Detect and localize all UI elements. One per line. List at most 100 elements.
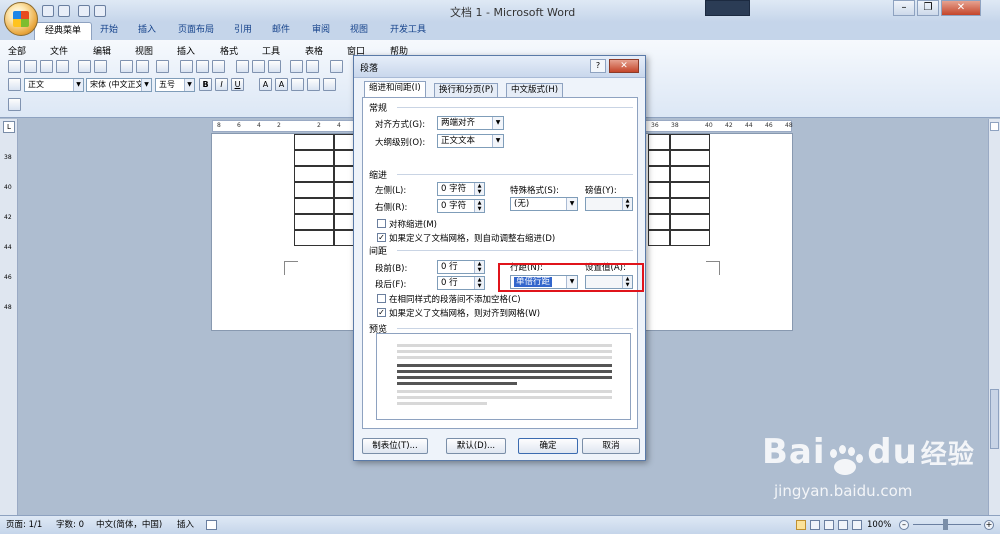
table-cell[interactable] bbox=[294, 182, 334, 198]
space-after-spinner[interactable]: 0 行 ▲ ▼ bbox=[437, 276, 485, 290]
zoom-out-icon[interactable]: – bbox=[899, 520, 909, 530]
help-button[interactable]: ? bbox=[590, 59, 606, 73]
right-indent-spinner[interactable]: 0 字符 ▲ ▼ bbox=[437, 199, 485, 213]
draft-view-icon[interactable] bbox=[852, 520, 862, 530]
macro-record-icon[interactable] bbox=[206, 520, 217, 530]
space-before-spinner[interactable]: 0 行 ▲ ▼ bbox=[437, 260, 485, 274]
zoom-in-icon[interactable]: + bbox=[984, 520, 994, 530]
paste-icon[interactable] bbox=[268, 60, 281, 73]
tab-view[interactable]: 视图 bbox=[340, 22, 378, 40]
table-cell[interactable] bbox=[670, 198, 710, 214]
table-cell[interactable] bbox=[648, 214, 670, 230]
table-cell[interactable] bbox=[294, 198, 334, 214]
table-cell[interactable] bbox=[648, 230, 670, 246]
redo-toolbar-icon[interactable] bbox=[330, 60, 343, 73]
spinner-arrows-icon[interactable]: ▲ ▼ bbox=[474, 277, 484, 289]
tab-line-page-breaks[interactable]: 换行和分页(P) bbox=[434, 83, 499, 98]
tab-insert[interactable]: 插入 bbox=[128, 22, 166, 40]
table-cell[interactable] bbox=[670, 230, 710, 246]
permission-icon[interactable] bbox=[56, 60, 69, 73]
format-painter-icon[interactable] bbox=[290, 60, 303, 73]
tab-indents-spacing[interactable]: 缩进和间距(I) bbox=[364, 81, 426, 98]
no-space-checkbox[interactable] bbox=[377, 294, 386, 303]
tab-classic-menu[interactable]: 经典菜单 bbox=[34, 22, 93, 40]
table-cell[interactable] bbox=[648, 134, 670, 150]
status-words[interactable]: 字数: 0 bbox=[56, 516, 84, 534]
print-icon[interactable] bbox=[78, 60, 91, 73]
print-preview-icon[interactable] bbox=[94, 5, 106, 17]
translate-icon[interactable] bbox=[156, 60, 169, 73]
status-mode[interactable]: 插入 bbox=[177, 516, 194, 534]
spinner-arrows-icon[interactable]: ▲ ▼ bbox=[622, 198, 632, 210]
save-icon[interactable] bbox=[42, 5, 54, 17]
undo-icon[interactable] bbox=[58, 5, 70, 17]
full-screen-icon[interactable] bbox=[810, 520, 820, 530]
menu-view[interactable]: 视图 bbox=[135, 44, 153, 57]
table-cell[interactable] bbox=[648, 150, 670, 166]
table-right[interactable] bbox=[648, 134, 710, 246]
ruler-toggle-icon[interactable] bbox=[990, 122, 999, 131]
auto-adjust-checkbox[interactable]: ✓ bbox=[377, 233, 386, 242]
open-icon[interactable] bbox=[24, 60, 37, 73]
style-combo[interactable]: 正文 ▼ bbox=[24, 78, 84, 92]
research-icon[interactable] bbox=[136, 60, 149, 73]
font-combo[interactable]: 宋体 (中文正文) ▼ bbox=[86, 78, 152, 92]
size-combo[interactable]: 五号 ▼ bbox=[155, 78, 195, 92]
restore-button[interactable]: ❐ bbox=[917, 0, 939, 16]
undo-toolbar-icon[interactable] bbox=[306, 60, 319, 73]
ribbon-collapse-icon[interactable] bbox=[8, 98, 21, 111]
zoom-slider-thumb[interactable] bbox=[943, 519, 948, 530]
set-default-button[interactable]: 默认(D)... bbox=[446, 438, 506, 454]
tab-selector-icon[interactable]: L bbox=[3, 121, 15, 133]
tab-developer[interactable]: 开发工具 bbox=[380, 22, 436, 40]
font-color-icon[interactable] bbox=[323, 78, 336, 91]
outline-view-icon[interactable] bbox=[838, 520, 848, 530]
bold-icon[interactable]: B bbox=[199, 78, 212, 91]
scale-icon[interactable] bbox=[291, 78, 304, 91]
alignment-select[interactable]: 两端对齐 ▼ bbox=[437, 116, 504, 130]
snap-grid-checkbox[interactable]: ✓ bbox=[377, 308, 386, 317]
zoom-level[interactable]: 100% bbox=[867, 516, 891, 534]
table-cell[interactable] bbox=[648, 198, 670, 214]
special-indent-select[interactable]: (无) ▼ bbox=[510, 197, 578, 211]
left-indent-spinner[interactable]: 0 字符 ▲ ▼ bbox=[437, 182, 485, 196]
copy-icon[interactable] bbox=[252, 60, 265, 73]
spinner-arrows-icon[interactable]: ▲ ▼ bbox=[474, 183, 484, 195]
ok-button[interactable]: 确定 bbox=[518, 438, 578, 454]
table-left[interactable] bbox=[294, 134, 356, 246]
close-window-button[interactable]: ✕ bbox=[941, 0, 981, 16]
char-shading-icon[interactable]: A bbox=[275, 78, 288, 91]
cut-icon[interactable] bbox=[236, 60, 249, 73]
styles-pane-icon[interactable] bbox=[8, 78, 21, 91]
table-cell[interactable] bbox=[670, 182, 710, 198]
status-page[interactable]: 页面: 1/1 bbox=[6, 516, 42, 534]
new-icon[interactable] bbox=[8, 60, 21, 73]
tab-asian-typography[interactable]: 中文版式(H) bbox=[506, 83, 564, 98]
status-language[interactable]: 中文(简体，中国) bbox=[96, 516, 162, 534]
italic-icon[interactable]: I bbox=[215, 78, 228, 91]
menu-insert[interactable]: 插入 bbox=[177, 44, 195, 57]
tab-page-layout[interactable]: 页面布局 bbox=[168, 22, 224, 40]
table-cell[interactable] bbox=[670, 134, 710, 150]
table-cell[interactable] bbox=[294, 134, 334, 150]
new-doc-icon[interactable] bbox=[78, 5, 90, 17]
menu-file[interactable]: 文件 bbox=[50, 44, 68, 57]
tab-review[interactable]: 审阅 bbox=[302, 22, 340, 40]
menu-format[interactable]: 格式 bbox=[220, 44, 238, 57]
spinner-arrows-icon[interactable]: ▲ ▼ bbox=[474, 200, 484, 212]
tab-references[interactable]: 引用 bbox=[224, 22, 262, 40]
menu-edit[interactable]: 编辑 bbox=[93, 44, 111, 57]
by-spinner[interactable]: ▲ ▼ bbox=[585, 197, 633, 211]
table-cell[interactable] bbox=[648, 166, 670, 182]
spinner-arrows-icon[interactable]: ▲ ▼ bbox=[474, 261, 484, 273]
mirror-indents-checkbox[interactable] bbox=[377, 219, 386, 228]
menu-tools[interactable]: 工具 bbox=[262, 44, 280, 57]
table-cell[interactable] bbox=[294, 230, 334, 246]
dialog-close-button[interactable]: ✕ bbox=[609, 59, 639, 73]
tab-mailings[interactable]: 邮件 bbox=[262, 22, 300, 40]
print-layout-icon[interactable] bbox=[796, 520, 806, 530]
symbol-icon[interactable] bbox=[196, 60, 209, 73]
save-toolbar-icon[interactable] bbox=[40, 60, 53, 73]
menu-table[interactable]: 表格 bbox=[305, 44, 323, 57]
tabs-button[interactable]: 制表位(T)... bbox=[362, 438, 428, 454]
